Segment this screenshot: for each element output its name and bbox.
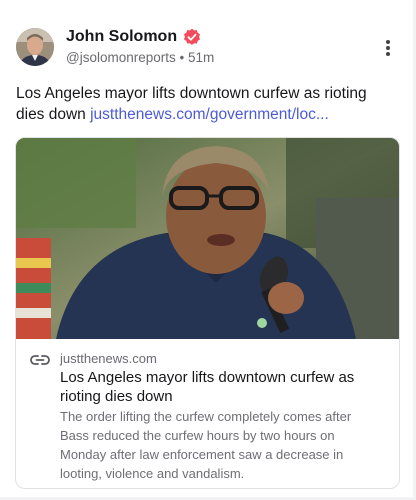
more-vertical-icon [386, 40, 390, 44]
link-preview-card[interactable]: justthenews.com Los Angeles mayor lifts … [15, 137, 400, 489]
post-card[interactable]: John Solomon @jsolomonreports • 51m Los … [0, 0, 413, 497]
post-time: 51m [187, 50, 215, 65]
post-link[interactable]: justthenews.com/government/loc... [90, 106, 329, 123]
meta-separator: • [175, 50, 188, 65]
post-meta: @jsolomonreports • 51m [66, 50, 214, 65]
link-description: The order lifting the curfew completely … [60, 409, 352, 481]
author-name[interactable]: John Solomon [66, 28, 177, 46]
verified-badge-icon [184, 28, 201, 45]
link-title[interactable]: Los Angeles mayor lifts downtown curfew … [60, 368, 380, 406]
link-chain-icon [30, 355, 50, 365]
more-options-button[interactable] [383, 38, 393, 58]
author-handle[interactable]: @jsolomonreports [66, 50, 176, 65]
author-avatar[interactable] [16, 28, 54, 66]
link-domain: justthenews.com [60, 351, 157, 366]
preview-image[interactable] [16, 138, 399, 339]
post-text: Los Angeles mayor lifts downtown curfew … [16, 83, 396, 125]
